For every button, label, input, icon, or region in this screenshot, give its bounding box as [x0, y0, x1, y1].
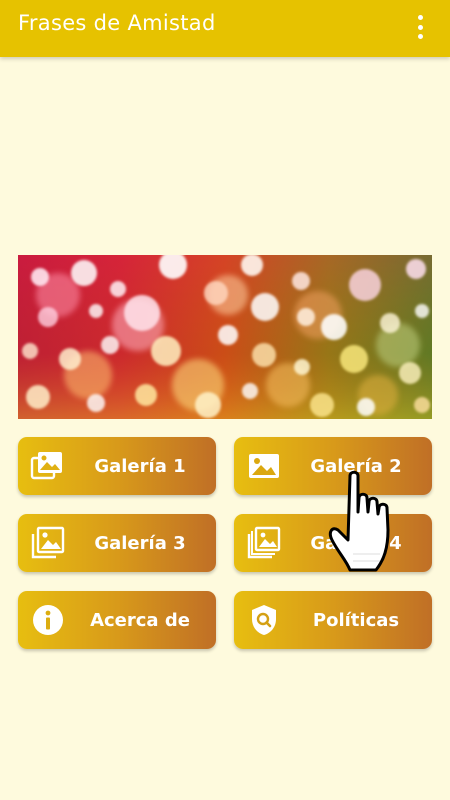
photo-library-outline-icon	[30, 526, 66, 560]
photo-library-outline-icon	[246, 526, 282, 560]
gallery-1-button[interactable]: Galería 1	[18, 437, 216, 495]
app-bar: Frases de Amistad	[0, 0, 450, 57]
photo-library-icon	[30, 449, 66, 483]
menu-dot	[417, 15, 423, 20]
app-title: Frases de Amistad	[18, 11, 216, 35]
about-button[interactable]: Acerca de	[18, 591, 216, 649]
image-icon	[246, 449, 282, 483]
info-icon	[30, 603, 66, 637]
menu-dot	[417, 24, 423, 30]
gallery-1-label: Galería 1	[94, 455, 186, 477]
shield-search-icon	[246, 603, 282, 637]
policies-button[interactable]: Políticas	[234, 591, 432, 649]
gallery-3-button[interactable]: Galería 3	[18, 514, 216, 572]
gallery-3-label: Galería 3	[94, 532, 186, 554]
about-label: Acerca de	[90, 609, 190, 631]
menu-dot	[417, 34, 423, 39]
bokeh-banner-image	[18, 255, 432, 419]
more-vert-icon[interactable]	[408, 13, 432, 41]
hand-pointer-icon	[328, 468, 418, 578]
policies-label: Políticas	[312, 609, 400, 631]
